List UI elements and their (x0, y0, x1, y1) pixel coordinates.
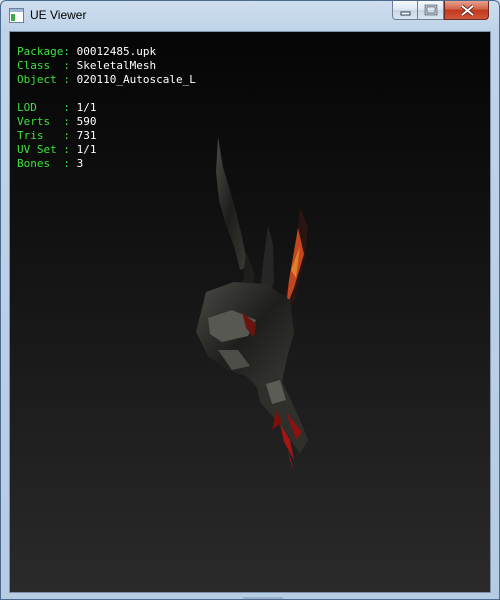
info-label: UV Set : (17, 143, 77, 156)
info-row-lod: LOD : 1/1 (17, 101, 196, 115)
info-label: LOD : (17, 101, 77, 114)
info-value: 731 (76, 129, 97, 142)
close-button[interactable] (444, 1, 489, 20)
info-label: Bones : (17, 157, 77, 170)
info-label: Package: (17, 45, 77, 58)
info-label: Object : (17, 73, 77, 86)
maximize-button[interactable] (418, 1, 444, 20)
info-row-object: Object : 020110_Autoscale_L (17, 73, 196, 87)
info-row-verts: Verts : 590 (17, 115, 196, 129)
info-row-tris: Tris : 731 (17, 129, 196, 143)
info-row-uvset: UV Set : 1/1 (17, 143, 196, 157)
info-label: Tris : (17, 129, 77, 142)
info-value: 1/1 (76, 101, 97, 114)
info-label: Class : (17, 59, 77, 72)
info-value: 1/1 (76, 143, 97, 156)
app-window: UE Viewer Package: 00012485.upk Class: … (0, 0, 500, 600)
render-viewport[interactable]: Package: 00012485.upk Class : SkeletalMe… (9, 31, 491, 593)
info-value: SkeletalMesh (76, 59, 157, 72)
title-bar[interactable]: UE Viewer (1, 1, 499, 31)
info-row-bones: Bones : 3 (17, 157, 196, 171)
info-value: 00012485.upk (76, 45, 157, 58)
info-row-package: Package: 00012485.upk (17, 45, 196, 59)
info-value: 590 (76, 115, 97, 128)
minimize-button[interactable] (392, 1, 418, 20)
window-app-icon (9, 8, 24, 23)
info-row-class: Class : SkeletalMesh (17, 59, 196, 73)
info-value: 020110_Autoscale_L (76, 73, 196, 86)
info-value: 3 (76, 157, 84, 170)
info-label: Verts : (17, 115, 77, 128)
window-title: UE Viewer (30, 8, 87, 22)
mesh-info-overlay: Package: 00012485.upk Class : SkeletalMe… (17, 45, 196, 171)
